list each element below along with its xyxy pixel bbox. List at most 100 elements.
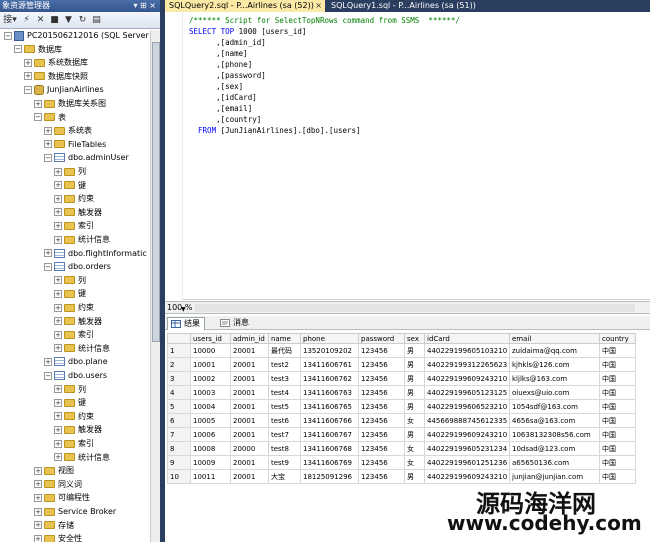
tree-node[interactable]: + 约束 [54, 302, 94, 314]
tree-node[interactable]: + 系统表 [44, 125, 92, 137]
grid-cell[interactable]: junjian@junjian.com [509, 469, 600, 484]
grid-cell[interactable]: oiuexs@uio.com [509, 385, 600, 400]
grid-cell[interactable]: 123456 [358, 399, 405, 414]
expand-icon[interactable]: + [54, 303, 62, 312]
expand-icon[interactable]: + [54, 398, 62, 407]
filter-icon[interactable]: ▼ [63, 15, 74, 26]
grid-cell[interactable]: 13411606765 [300, 399, 359, 414]
row-number[interactable]: 3 [167, 371, 191, 386]
tree-node[interactable]: + 可编程性 [34, 492, 90, 504]
tree-node[interactable]: + 系统数据库 [24, 57, 88, 69]
expand-icon[interactable]: + [34, 507, 42, 516]
grid-cell[interactable]: kljlks@163.com [509, 371, 600, 386]
grid-cell[interactable]: 123456 [358, 371, 405, 386]
row-number[interactable]: 4 [167, 385, 191, 400]
table-row[interactable]: 7 10006 20001 test7 13411606767 123456 男 440229… [167, 427, 636, 442]
stop-icon[interactable]: ■ [49, 15, 60, 26]
grid-cell[interactable]: a65650136.com [509, 455, 600, 470]
tree-node[interactable]: + 数据库关系图 [34, 98, 106, 110]
expand-icon[interactable]: + [34, 534, 42, 542]
grid-cell[interactable]: 中国 [599, 371, 636, 386]
tree-node[interactable]: + 索引 [54, 220, 94, 232]
tree-node[interactable]: + dbo.plane [44, 356, 108, 368]
grid-cell[interactable]: 男 [404, 357, 425, 372]
grid-cell[interactable]: 123456 [358, 455, 405, 470]
collapse-icon[interactable]: − [24, 85, 32, 94]
grid-cell[interactable]: test4 [268, 385, 301, 400]
expand-icon[interactable]: + [54, 208, 62, 217]
grid-cell[interactable]: 123456 [358, 357, 405, 372]
collapse-icon[interactable]: − [44, 371, 52, 380]
row-number[interactable]: 7 [167, 427, 191, 442]
tree-node[interactable]: + 存储 [34, 520, 74, 532]
tab-results[interactable]: 结果 [167, 317, 205, 330]
expand-icon[interactable]: + [44, 126, 52, 135]
expand-icon[interactable]: + [54, 453, 62, 462]
grid-cell[interactable]: 123456 [358, 469, 405, 484]
tree-node[interactable]: + 键 [54, 397, 86, 409]
query-editor[interactable]: /****** Script for SelectTopNRows comman… [165, 12, 650, 300]
expand-icon[interactable]: + [34, 480, 42, 489]
grid-cell[interactable]: 13520109202 [300, 343, 359, 358]
expand-icon[interactable]: + [54, 412, 62, 421]
grid-cell[interactable]: 123456 [358, 385, 405, 400]
tree-node[interactable]: + 触发器 [54, 207, 102, 219]
grid-cell[interactable]: test5 [268, 399, 301, 414]
table-row[interactable]: 5 10004 20001 test5 13411606765 123456 男 440229… [167, 399, 636, 414]
grid-cell[interactable]: 20001 [230, 413, 269, 428]
grid-cell[interactable]: 20001 [230, 385, 269, 400]
table-row[interactable]: 10 10011 20001 大宝 18125091296 123456 男 44022919… [167, 469, 636, 484]
row-number[interactable]: 9 [167, 455, 191, 470]
zoom-level[interactable]: 100 % [167, 302, 192, 314]
tree-node[interactable]: − 表 [34, 112, 66, 124]
object-explorer-scrollbar[interactable] [150, 30, 160, 542]
grid-cell[interactable]: 440229199605123125 [424, 385, 510, 400]
row-number[interactable]: 5 [167, 399, 191, 414]
grid-cell[interactable]: 445669888745612335 [424, 413, 510, 428]
expand-icon[interactable]: + [54, 221, 62, 230]
tree-node[interactable]: + dbo.flightInformatic [44, 248, 147, 260]
column-header[interactable]: email [509, 333, 600, 344]
grid-cell[interactable]: test6 [268, 413, 301, 428]
grid-cell[interactable]: 20001 [230, 371, 269, 386]
tree-node[interactable]: − JunJianAirlines [24, 84, 104, 96]
grid-cell[interactable]: 440229199605231234 [424, 441, 510, 456]
grid-cell[interactable]: 10005 [190, 413, 231, 428]
grid-cell[interactable]: 女 [404, 413, 425, 428]
connect-button[interactable]: 接▾ [2, 15, 18, 26]
tree-node[interactable]: − dbo.users [44, 370, 107, 382]
tree-node[interactable]: + 触发器 [54, 316, 102, 328]
collapse-icon[interactable]: − [4, 31, 12, 40]
table-row[interactable]: 3 10002 20001 test3 13411606762 123456 男 440229… [167, 371, 636, 386]
expand-icon[interactable]: + [54, 194, 62, 203]
grid-cell[interactable]: 18125091296 [300, 469, 359, 484]
table-row[interactable]: 6 10005 20001 test6 13411606766 123456 女 445669… [167, 413, 636, 428]
grid-cell[interactable]: test2 [268, 357, 301, 372]
grid-cell[interactable]: 10003 [190, 385, 231, 400]
grid-cell[interactable]: 10011 [190, 469, 231, 484]
tree-node[interactable]: + 同义词 [34, 479, 82, 491]
disconnect-icon[interactable]: ✕ [35, 15, 46, 26]
grid-cell[interactable]: 10004 [190, 399, 231, 414]
summary-icon[interactable]: ▤ [91, 15, 102, 26]
grid-cell[interactable]: 10008 [190, 441, 231, 456]
grid-cell[interactable]: 123456 [358, 343, 405, 358]
grid-cell[interactable]: test3 [268, 371, 301, 386]
tree-node[interactable]: + 视图 [34, 465, 74, 477]
table-row[interactable]: 2 10001 20001 test2 13411606761 123456 男 440229… [167, 357, 636, 372]
grid-cell[interactable]: 20001 [230, 427, 269, 442]
tab-sqlquery2[interactable]: SQLQuery2.sql - P...Airlines (sa (52)) × [165, 0, 325, 12]
grid-cell[interactable]: 440229199609243210 [424, 427, 510, 442]
expand-icon[interactable]: + [44, 357, 52, 366]
grid-cell[interactable]: kjhkls@126.com [509, 357, 600, 372]
expand-icon[interactable]: + [54, 235, 62, 244]
grid-cell[interactable]: zuidaima@qq.com [509, 343, 600, 358]
expand-icon[interactable]: + [54, 317, 62, 326]
tree-node[interactable]: + 统计信息 [54, 234, 110, 246]
expand-icon[interactable]: + [34, 493, 42, 502]
results-grid[interactable]: users_id admin_id name phone password sex idCa… [167, 333, 636, 484]
grid-cell[interactable]: 440229199312265623 [424, 357, 510, 372]
grid-cell[interactable]: 13411606761 [300, 357, 359, 372]
grid-cell[interactable]: 10009 [190, 455, 231, 470]
tab-sqlquery1[interactable]: SQLQuery1.sql - P...Airlines (sa (51)) [327, 0, 487, 12]
